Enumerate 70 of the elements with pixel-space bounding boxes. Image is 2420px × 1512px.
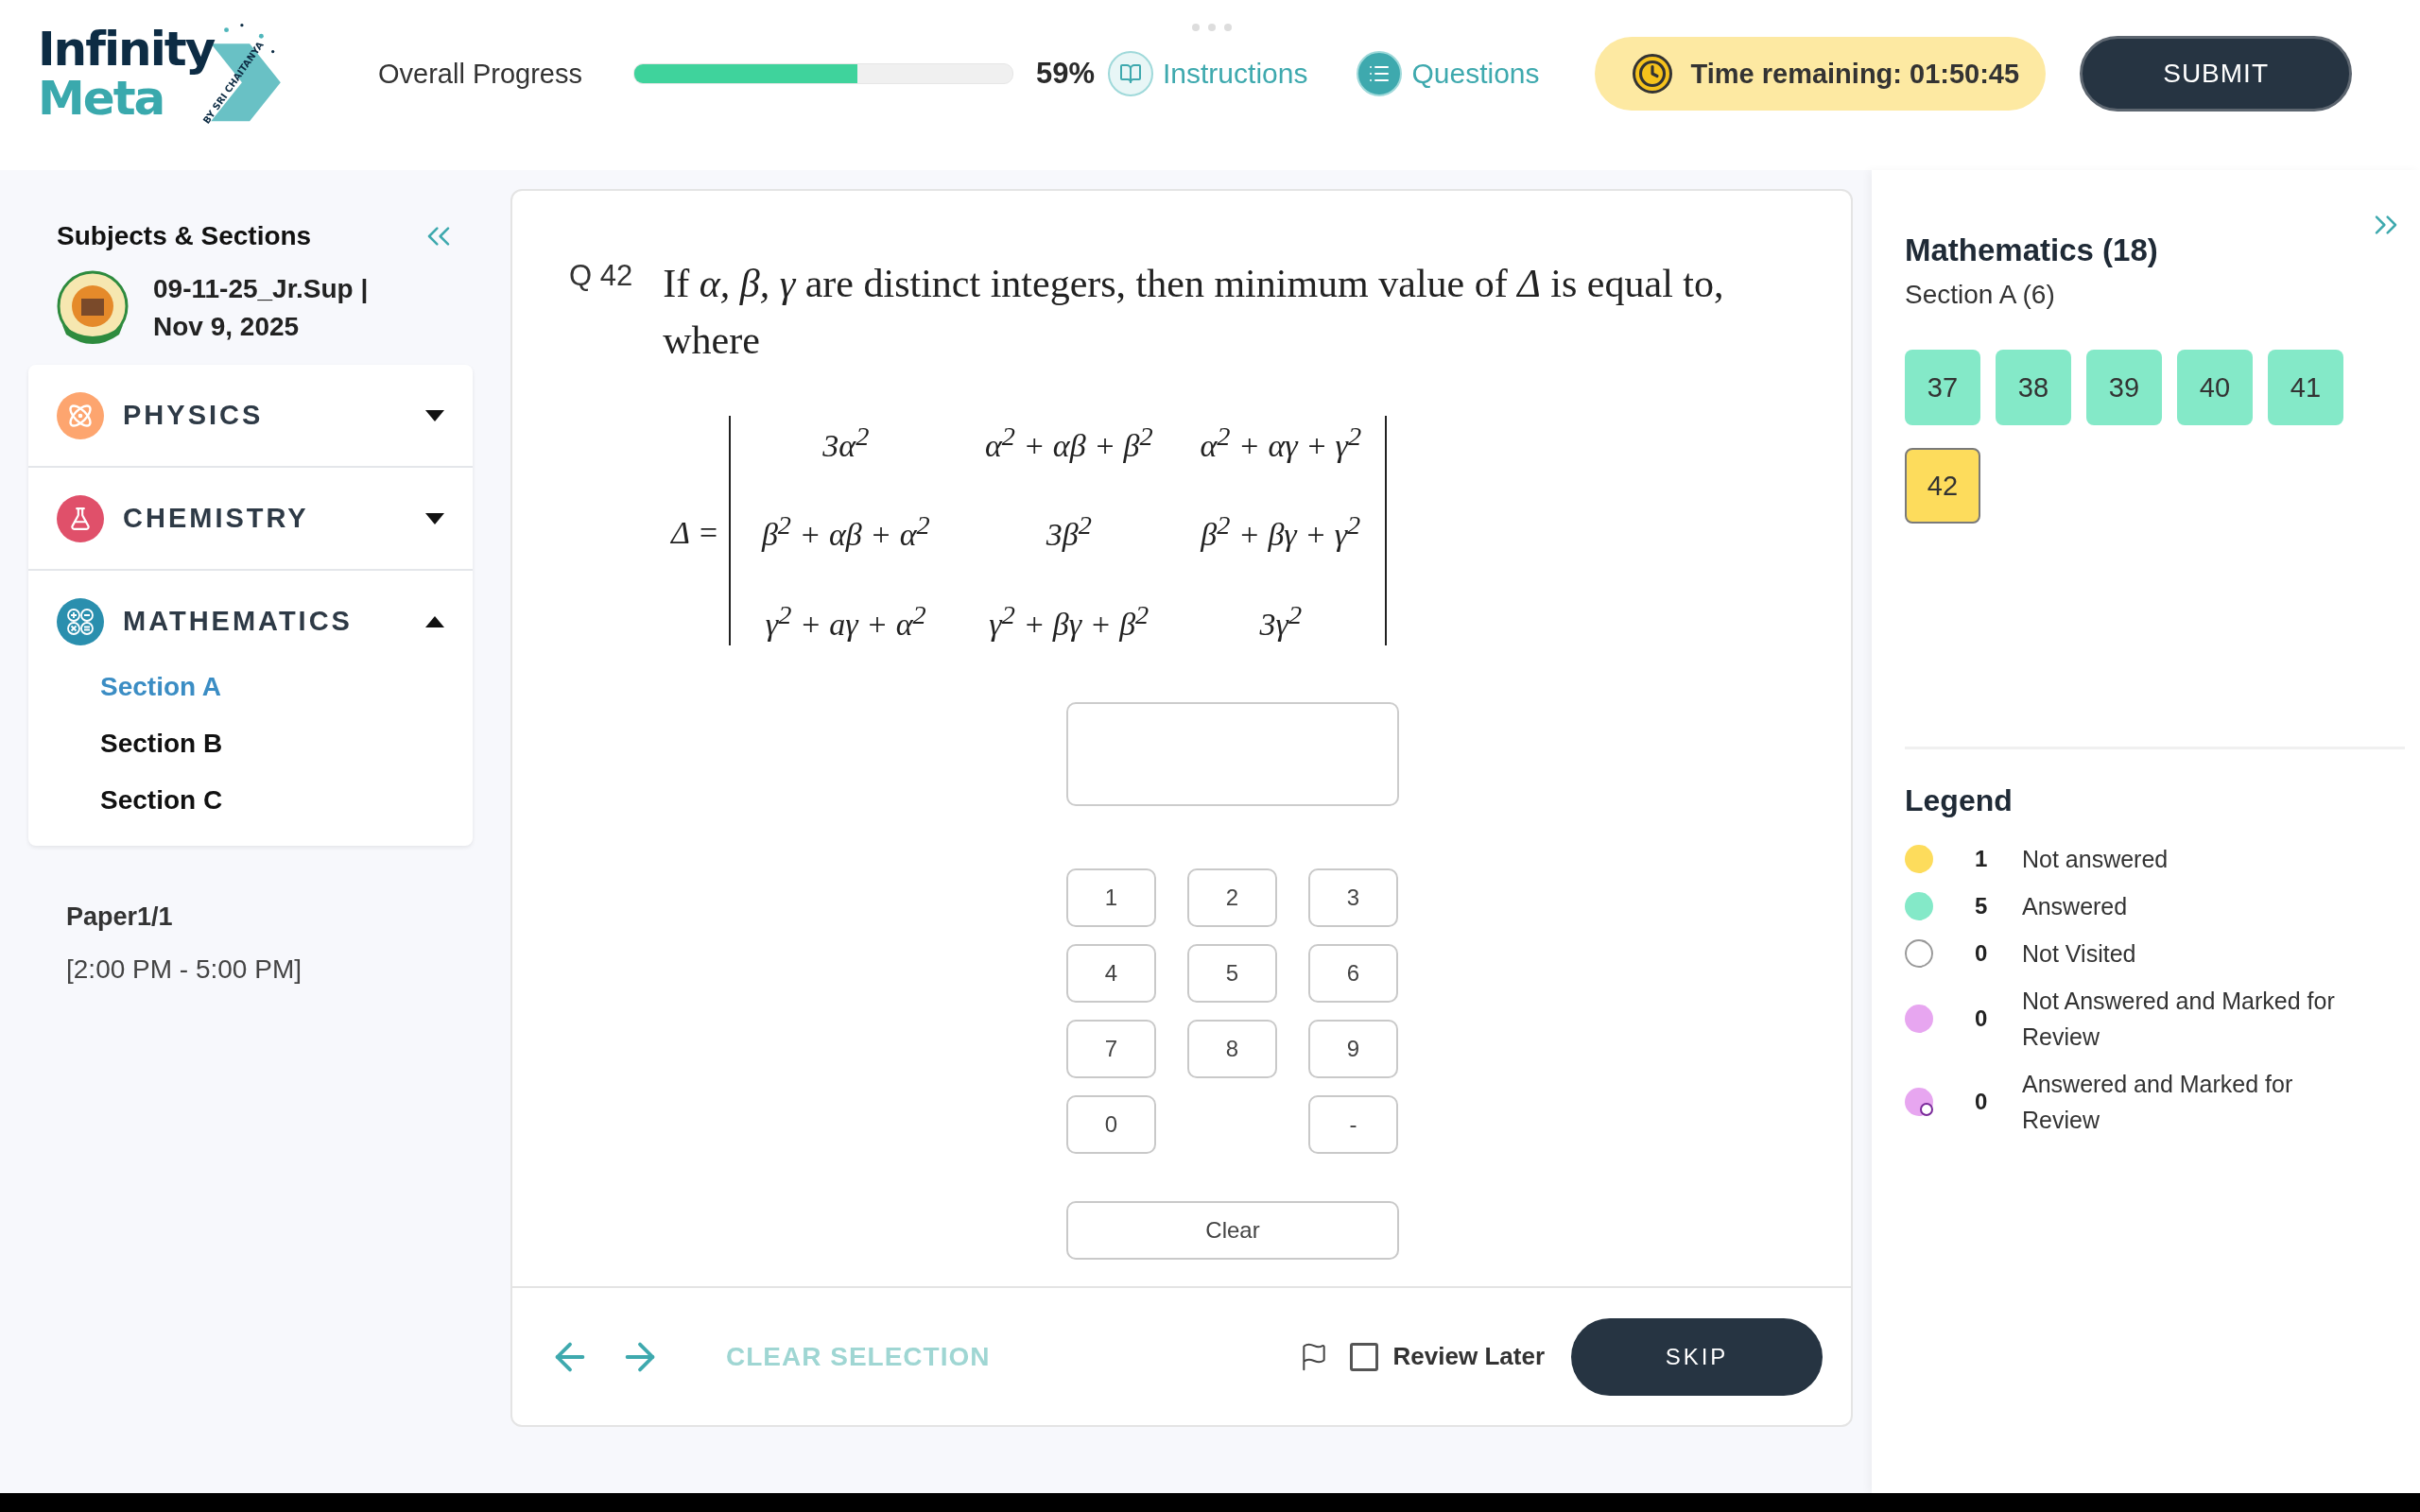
question-tile[interactable]: 39 <box>2086 350 2162 425</box>
skip-button[interactable]: SKIP <box>1571 1317 1823 1396</box>
keypad-key[interactable]: 8 <box>1187 1020 1277 1078</box>
keypad-key[interactable]: 0 <box>1066 1095 1156 1154</box>
legend-label: Not answered <box>2022 845 2169 874</box>
exam-title: 09-11-25_Jr.Sup | Nov 9, 2025 <box>153 274 369 341</box>
legend-dot <box>1905 1005 1933 1033</box>
question-tile[interactable]: 41 <box>2268 350 2343 425</box>
keypad-key[interactable]: 6 <box>1308 944 1398 1003</box>
keypad-key[interactable]: 9 <box>1308 1020 1398 1078</box>
math-symbols-icon <box>57 597 104 645</box>
matrix-entry: γ$^{2}$ + aγ + α$^{2}$ <box>764 598 927 644</box>
legend-count: 0 <box>1974 1005 1989 1032</box>
keypad-key[interactable]: 7 <box>1066 1020 1156 1078</box>
question-tile[interactable]: 37 <box>1905 350 1980 425</box>
matrix-entry: 3β$^{2}$ <box>1045 509 1093 555</box>
legend-dot <box>1905 892 1933 920</box>
review-label: Review Later <box>1392 1342 1545 1371</box>
matrix-entry: β$^{2}$ + αβ + α$^{2}$ <box>760 509 931 555</box>
legend-label: Not Visited <box>2022 939 2137 969</box>
keypad-key[interactable]: 2 <box>1187 868 1277 927</box>
section-link[interactable]: Section B <box>28 715 473 772</box>
answer-field[interactable] <box>1066 702 1399 806</box>
legend-dot <box>1905 845 1933 873</box>
book-icon <box>1108 51 1153 96</box>
subject-row[interactable]: PHYSICS <box>28 365 473 468</box>
submit-button[interactable]: SUBMIT <box>2080 36 2353 112</box>
matrix-entry: 3α$^{2}$ <box>821 421 871 466</box>
palette-section: Section A (6) <box>1905 280 2055 310</box>
question-tile[interactable]: 40 <box>2177 350 2253 425</box>
keypad-key[interactable]: - <box>1308 1095 1398 1154</box>
matrix-entry: 3γ$^{2}$ <box>1258 598 1304 644</box>
math-text: Δ = <box>671 515 719 552</box>
list-icon <box>1357 51 1403 96</box>
legend-dot <box>1905 1088 1933 1116</box>
keypad-key[interactable]: 5 <box>1187 944 1277 1003</box>
legend-title: Legend <box>1905 783 2013 818</box>
question-tile[interactable]: 42 <box>1905 448 1980 524</box>
legend-count: 5 <box>1974 893 1989 919</box>
section-link[interactable]: Section C <box>28 772 473 829</box>
sidebar-title: Subjects & Sections <box>57 221 312 251</box>
matrix-entry: α$^{2}$ + αβ + β$^{2}$ <box>983 421 1154 466</box>
matrix-entry: γ$^{2}$ + βγ + β$^{2}$ <box>988 598 1150 644</box>
clock-icon <box>1632 54 1672 94</box>
keypad-key[interactable]: 1 <box>1066 868 1156 927</box>
matrix-entry: β$^{2}$ + βγ + γ$^{2}$ <box>1199 509 1362 555</box>
progress-percent: 59% <box>1035 57 1095 91</box>
palette-title: Mathematics (18) <box>1905 232 2158 268</box>
legend-count: 0 <box>1974 1089 1989 1115</box>
question-number: Q 42 <box>569 258 633 294</box>
flask-icon <box>57 494 104 542</box>
subject-row[interactable]: CHEMISTRY <box>28 468 473 571</box>
matrix-entry: α$^{2}$ + αγ + γ$^{2}$ <box>1199 421 1363 466</box>
paper-name: Paper1/1 <box>66 902 174 932</box>
question-text: If α, β, γ are distinct integers, then minimum value of Δ is equal to, where <box>663 261 1725 364</box>
progress-label: Overall Progress <box>378 58 582 90</box>
paper-time: [2:00 PM - 5:00 PM] <box>66 954 302 985</box>
legend-label: Answered and Marked for Review <box>2022 1070 2294 1135</box>
clear-button[interactable]: Clear <box>1066 1201 1399 1260</box>
legend-label: Answered <box>2022 892 2129 921</box>
keypad-key[interactable]: 3 <box>1308 868 1398 927</box>
legend-dot <box>1905 939 1933 968</box>
question-tile[interactable]: 38 <box>1996 350 2071 425</box>
legend-count: 1 <box>1974 846 1989 872</box>
legend-label: Not Answered and Marked for Review <box>2022 987 2336 1052</box>
timer: Time remaining: 01:50:45 <box>1594 37 2047 111</box>
atom-icon <box>57 391 104 439</box>
review-checkbox[interactable] <box>1349 1342 1378 1371</box>
keypad-key[interactable]: 4 <box>1066 944 1156 1003</box>
legend-count: 0 <box>1974 940 1989 967</box>
